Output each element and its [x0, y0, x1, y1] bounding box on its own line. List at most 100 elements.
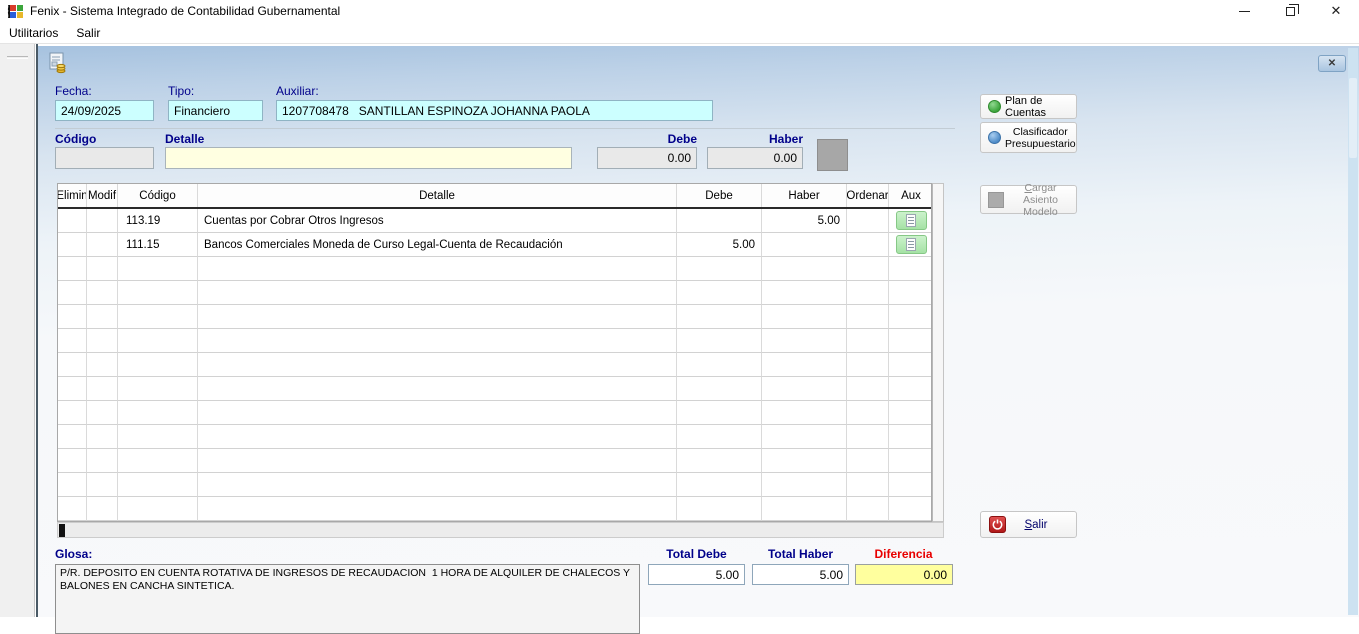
- cell-modif[interactable]: [87, 233, 118, 257]
- cell-ordenar[interactable]: [847, 233, 889, 257]
- cell-codigo[interactable]: 111.15: [118, 233, 198, 257]
- cell-modif[interactable]: [87, 353, 118, 377]
- debe-input[interactable]: 0.00: [597, 147, 697, 169]
- cell-codigo[interactable]: [118, 473, 198, 497]
- cell-detalle[interactable]: [198, 377, 677, 401]
- cell-haber[interactable]: 5.00: [762, 209, 847, 233]
- cell-detalle[interactable]: Bancos Comerciales Moneda de Curso Legal…: [198, 233, 677, 257]
- minimize-button[interactable]: [1221, 0, 1267, 22]
- cell-debe[interactable]: [677, 329, 762, 353]
- cell-detalle[interactable]: [198, 305, 677, 329]
- cell-elimin[interactable]: [58, 305, 87, 329]
- table-row[interactable]: [58, 497, 931, 521]
- cell-debe[interactable]: [677, 497, 762, 521]
- cell-ordenar[interactable]: [847, 257, 889, 281]
- column-header-haber[interactable]: Haber: [762, 184, 847, 207]
- cell-elimin[interactable]: [58, 425, 87, 449]
- cell-detalle[interactable]: [198, 425, 677, 449]
- cell-elimin[interactable]: [58, 449, 87, 473]
- cell-modif[interactable]: [87, 257, 118, 281]
- cell-elimin[interactable]: [58, 233, 87, 257]
- table-row[interactable]: [58, 353, 931, 377]
- child-close-button[interactable]: ✕: [1318, 55, 1346, 72]
- cell-detalle[interactable]: [198, 473, 677, 497]
- cell-haber[interactable]: [762, 473, 847, 497]
- table-row[interactable]: [58, 281, 931, 305]
- cell-modif[interactable]: [87, 209, 118, 233]
- cell-modif[interactable]: [87, 401, 118, 425]
- cell-detalle[interactable]: [198, 401, 677, 425]
- cell-ordenar[interactable]: [847, 449, 889, 473]
- gray-square-button[interactable]: [817, 139, 848, 171]
- cell-debe[interactable]: [677, 305, 762, 329]
- cell-modif[interactable]: [87, 497, 118, 521]
- cell-elimin[interactable]: [58, 329, 87, 353]
- close-button[interactable]: ✕: [1313, 0, 1359, 22]
- cell-ordenar[interactable]: [847, 425, 889, 449]
- cell-elimin[interactable]: [58, 353, 87, 377]
- table-horizontal-scrollbar[interactable]: [57, 522, 944, 538]
- cell-detalle[interactable]: [198, 497, 677, 521]
- cell-elimin[interactable]: [58, 401, 87, 425]
- cargar-asiento-modelo-button[interactable]: Cargar Asiento Modelo: [980, 185, 1077, 214]
- cell-haber[interactable]: [762, 497, 847, 521]
- cell-ordenar[interactable]: [847, 473, 889, 497]
- window-vertical-scrollbar[interactable]: [1348, 48, 1358, 615]
- cell-ordenar[interactable]: [847, 497, 889, 521]
- cell-haber[interactable]: [762, 425, 847, 449]
- cell-haber[interactable]: [762, 401, 847, 425]
- table-row[interactable]: [58, 329, 931, 353]
- cell-ordenar[interactable]: [847, 209, 889, 233]
- auxiliar-input[interactable]: 1207708478 SANTILLAN ESPINOZA JOHANNA PA…: [276, 100, 713, 121]
- salir-button[interactable]: Salir: [980, 511, 1077, 538]
- cell-debe[interactable]: [677, 377, 762, 401]
- table-row[interactable]: 113.19Cuentas por Cobrar Otros Ingresos5…: [58, 209, 931, 233]
- codigo-input[interactable]: [55, 147, 154, 169]
- cell-modif[interactable]: [87, 377, 118, 401]
- column-header-aux[interactable]: Aux: [889, 184, 932, 207]
- column-header-elimin[interactable]: Elimin: [58, 184, 87, 207]
- cell-debe[interactable]: 5.00: [677, 233, 762, 257]
- table-row[interactable]: [58, 257, 931, 281]
- cell-modif[interactable]: [87, 329, 118, 353]
- glosa-textarea[interactable]: P/R. DEPOSITO EN CUENTA ROTATIVA DE INGR…: [55, 564, 640, 634]
- cell-elimin[interactable]: [58, 497, 87, 521]
- tipo-input[interactable]: Financiero: [168, 100, 263, 121]
- cell-elimin[interactable]: [58, 209, 87, 233]
- aux-button[interactable]: [896, 211, 927, 230]
- cell-haber[interactable]: [762, 257, 847, 281]
- cell-debe[interactable]: [677, 449, 762, 473]
- cell-elimin[interactable]: [58, 473, 87, 497]
- detalle-input[interactable]: [165, 147, 572, 169]
- cell-modif[interactable]: [87, 425, 118, 449]
- menu-utilitarios[interactable]: Utilitarios: [0, 23, 67, 43]
- cell-haber[interactable]: [762, 233, 847, 257]
- cell-elimin[interactable]: [58, 377, 87, 401]
- cell-debe[interactable]: [677, 401, 762, 425]
- cell-codigo[interactable]: [118, 449, 198, 473]
- cell-codigo[interactable]: 113.19: [118, 209, 198, 233]
- cell-debe[interactable]: [677, 257, 762, 281]
- table-vertical-scrollbar[interactable]: [932, 183, 944, 522]
- cell-debe[interactable]: [677, 473, 762, 497]
- column-header-ordenar[interactable]: Ordenar: [847, 184, 889, 207]
- cell-ordenar[interactable]: [847, 281, 889, 305]
- cell-haber[interactable]: [762, 305, 847, 329]
- column-header-modif[interactable]: Modif: [87, 184, 118, 207]
- aux-button[interactable]: [896, 235, 927, 254]
- cell-codigo[interactable]: [118, 329, 198, 353]
- table-row[interactable]: [58, 473, 931, 497]
- cell-modif[interactable]: [87, 473, 118, 497]
- cell-ordenar[interactable]: [847, 305, 889, 329]
- cell-detalle[interactable]: [198, 257, 677, 281]
- cell-haber[interactable]: [762, 329, 847, 353]
- fecha-input[interactable]: 24/09/2025: [55, 100, 154, 121]
- table-row[interactable]: [58, 305, 931, 329]
- cell-codigo[interactable]: [118, 401, 198, 425]
- plan-de-cuentas-button[interactable]: Plan de Cuentas: [980, 94, 1077, 119]
- hscroll-thumb[interactable]: [59, 524, 65, 537]
- haber-input[interactable]: 0.00: [707, 147, 803, 169]
- cell-modif[interactable]: [87, 449, 118, 473]
- column-header-codigo[interactable]: Código: [118, 184, 198, 207]
- cell-codigo[interactable]: [118, 425, 198, 449]
